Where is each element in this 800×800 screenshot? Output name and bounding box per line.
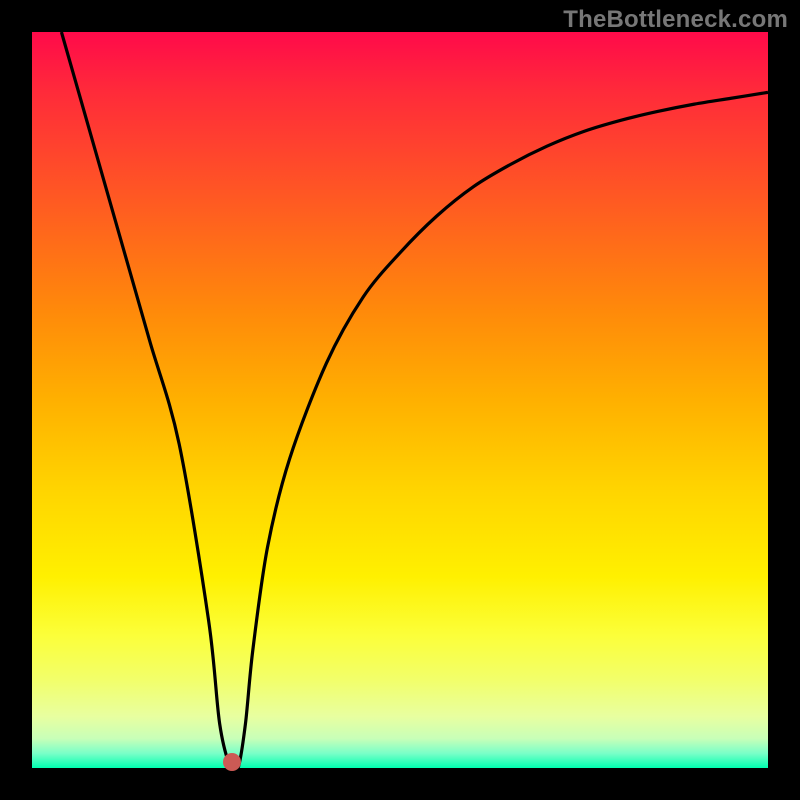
curve-layer [32, 32, 768, 768]
bottleneck-curve [61, 32, 768, 768]
watermark-text: TheBottleneck.com [563, 6, 788, 34]
chart-frame: TheBottleneck.com [0, 0, 800, 800]
optimal-point-marker [223, 753, 241, 771]
plot-area [32, 32, 768, 768]
